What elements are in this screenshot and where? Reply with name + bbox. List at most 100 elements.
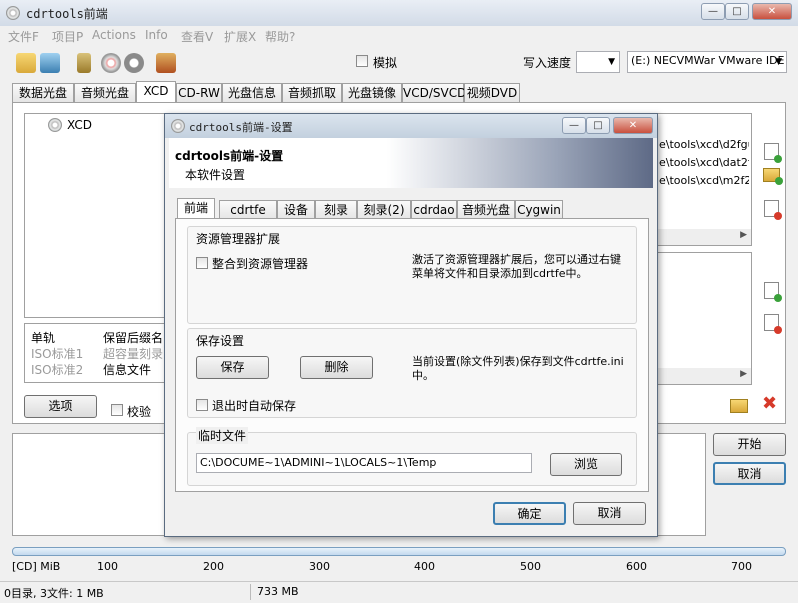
- temp-path-input[interactable]: C:\DOCUME~1\ADMINI~1\LOCALS~1\Temp: [196, 453, 532, 473]
- dialog-titlebar: cdrtools前端-设置 — □ ✕: [165, 114, 657, 138]
- option-info-file: 信息文件: [103, 363, 152, 377]
- tab-video-dvd[interactable]: 视频DVD: [464, 83, 520, 102]
- verify-label: 校验: [127, 405, 152, 419]
- integrate-explorer-checkbox[interactable]: [196, 257, 208, 269]
- add-file-icon[interactable]: [764, 282, 782, 302]
- dialog-cancel-button[interactable]: 取消: [573, 502, 646, 525]
- option-keep-suffix: 保留后缀名: [103, 331, 164, 345]
- menu-project[interactable]: 项目P: [52, 28, 83, 45]
- ruler-tick: 600: [626, 560, 647, 573]
- burn-disc-icon[interactable]: [101, 53, 121, 73]
- delete-icon[interactable]: ✖: [762, 394, 777, 414]
- tab-cdrw[interactable]: CD-RW: [176, 83, 222, 102]
- save-settings-group: 保存设置 保存 删除 当前设置(除文件列表)保存到文件cdrtfe.ini中。 …: [187, 328, 637, 418]
- status-divider: [250, 584, 251, 600]
- autosave-on-exit-checkbox[interactable]: [196, 399, 208, 411]
- clear-folder-icon[interactable]: [730, 399, 748, 413]
- capacity-ruler: [CD] MiB 100 200 300 400 500 600 700: [12, 559, 786, 577]
- window-title: cdrtools前端: [26, 7, 108, 21]
- group-title: 临时文件: [196, 427, 249, 444]
- tab-cygwin[interactable]: Cygwin: [515, 200, 563, 219]
- menu-bar: 文件F 项目P Actions Info 查看V 扩展X 帮助?: [0, 26, 798, 46]
- tab-vcd-svcd[interactable]: VCD/SVCD: [402, 83, 466, 102]
- write-speed-label: 写入速度: [523, 56, 572, 70]
- tab-disc-image[interactable]: 光盘镜像: [342, 83, 402, 102]
- ruler-tick: 700: [731, 560, 752, 573]
- tab-audio-disc[interactable]: 音频光盘: [74, 83, 136, 102]
- copy-icon[interactable]: [40, 53, 60, 73]
- integrate-explorer-label: 整合到资源管理器: [212, 257, 309, 271]
- stop-icon[interactable]: [124, 53, 144, 73]
- tab-audio-grab[interactable]: 音频抓取: [282, 83, 342, 102]
- tree-root-label[interactable]: XCD: [67, 118, 92, 132]
- ok-button[interactable]: 确定: [493, 502, 566, 525]
- browse-button[interactable]: 浏览: [550, 453, 622, 476]
- tab-burn-2[interactable]: 刻录(2): [357, 200, 411, 219]
- dialog-close-button[interactable]: ✕: [613, 117, 653, 134]
- tab-disc-info[interactable]: 光盘信息: [222, 83, 282, 102]
- drive-value: (E:) NECVMWar VMware IDE: [631, 54, 785, 67]
- explorer-extension-note: 激活了资源管理器扩展后，您可以通过右键菜单将文件和目录添加到cdrtfe中。: [412, 253, 621, 280]
- tab-xcd[interactable]: XCD: [136, 81, 176, 102]
- arrow-right-icon[interactable]: ▶: [740, 369, 747, 379]
- dialog-minimize-button[interactable]: —: [562, 117, 586, 134]
- app-cd-icon: [171, 119, 185, 133]
- dialog-header-title: cdrtools前端-设置: [175, 149, 284, 163]
- menu-extensions[interactable]: 扩展X: [224, 28, 256, 45]
- remove-file-icon[interactable]: [764, 314, 782, 334]
- menu-help[interactable]: 帮助?: [265, 28, 295, 45]
- menu-file[interactable]: 文件F: [8, 28, 39, 45]
- toolbar: 模拟 写入速度 ▼ (E:) NECVMWar VMware IDE ▼: [0, 47, 798, 81]
- dialog-header: cdrtools前端-设置 本软件设置: [169, 138, 653, 188]
- drive-select[interactable]: (E:) NECVMWar VMware IDE ▼: [627, 51, 787, 73]
- simulate-checkbox[interactable]: [356, 55, 368, 67]
- options-button[interactable]: 选项: [24, 395, 97, 418]
- tab-device[interactable]: 设备: [277, 200, 315, 219]
- status-bar: 0目录, 3文件: 1 MB 733 MB: [0, 581, 798, 603]
- menu-actions[interactable]: Actions: [92, 28, 136, 42]
- tab-cdrtfe-2[interactable]: cdrtfe (2): [219, 200, 277, 235]
- save-button[interactable]: 保存: [196, 356, 269, 379]
- chevron-down-icon: ▼: [608, 57, 615, 67]
- option-single-track: 单轨: [31, 331, 56, 345]
- tab-frontend[interactable]: 前端: [177, 198, 215, 219]
- list-item[interactable]: e\tools\xcd\dat2file: [659, 156, 749, 169]
- list-item[interactable]: e\tools\xcd\d2fgui: [659, 138, 749, 151]
- group-title: 保存设置: [196, 334, 245, 348]
- autosave-on-exit-label: 退出时自动保存: [212, 399, 297, 413]
- arrow-right-icon[interactable]: ▶: [740, 230, 747, 240]
- ruler-tick: 200: [203, 560, 224, 573]
- tab-cdrdao[interactable]: cdrdao: [411, 200, 457, 219]
- list-item[interactable]: e\tools\xcd\m2f2e:: [659, 174, 749, 187]
- verify-checkbox[interactable]: [111, 404, 123, 416]
- simulate-label: 模拟: [373, 56, 398, 70]
- delete-button[interactable]: 删除: [300, 356, 373, 379]
- tab-burn[interactable]: 刻录: [315, 200, 357, 219]
- ruler-tick: 500: [520, 560, 541, 573]
- chevron-down-icon: ▼: [775, 57, 782, 67]
- option-overburn: 超容量刻录: [103, 347, 164, 361]
- explorer-extension-group: 资源管理器扩展 整合到资源管理器 激活了资源管理器扩展后，您可以通过右键菜单将文…: [187, 226, 637, 324]
- options-list: 单轨 保留后缀名 ISO标准1 超容量刻录 ISO标准2 信息文件: [24, 323, 174, 383]
- dialog-maximize-button[interactable]: □: [586, 117, 610, 134]
- window-titlebar: cdrtools前端 — □ ✕: [0, 0, 798, 27]
- status-file-count: 0目录, 3文件: 1 MB: [4, 587, 104, 600]
- start-button[interactable]: 开始: [713, 433, 786, 456]
- cancel-button[interactable]: 取消: [713, 462, 786, 485]
- tab-audio-cd[interactable]: 音频光盘: [457, 200, 515, 219]
- tab-data-disc[interactable]: 数据光盘: [12, 83, 74, 102]
- maximize-button[interactable]: □: [725, 3, 749, 20]
- tools-icon[interactable]: [77, 53, 91, 73]
- menu-view[interactable]: 查看V: [181, 28, 213, 45]
- exit-icon[interactable]: [156, 53, 176, 73]
- new-project-icon[interactable]: [16, 53, 36, 73]
- add-file-icon[interactable]: [764, 143, 782, 163]
- option-iso1: ISO标准1: [31, 347, 84, 361]
- add-folder-icon[interactable]: [763, 168, 783, 185]
- write-speed-select[interactable]: ▼: [576, 51, 620, 73]
- tree-panel[interactable]: XCD: [24, 113, 174, 318]
- menu-info[interactable]: Info: [145, 28, 168, 42]
- minimize-button[interactable]: —: [701, 3, 725, 20]
- close-button[interactable]: ✕: [752, 3, 792, 20]
- remove-file-icon[interactable]: [764, 200, 782, 220]
